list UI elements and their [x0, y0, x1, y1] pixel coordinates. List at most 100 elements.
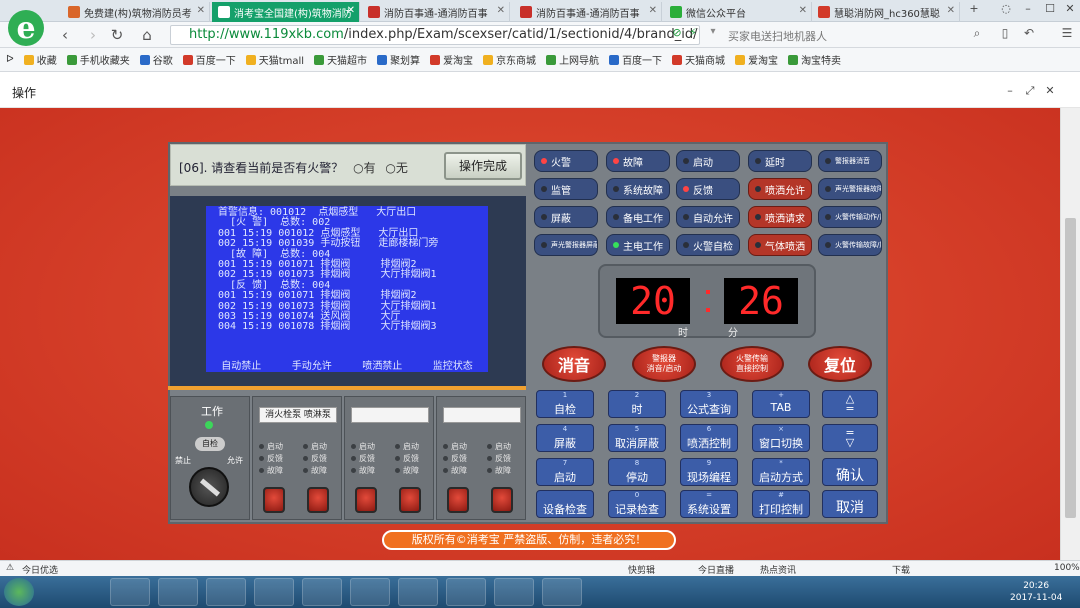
- key-15[interactable]: 设备检查: [536, 490, 594, 518]
- dialog-close-icon[interactable]: ✕: [1042, 84, 1058, 97]
- tab-2[interactable]: 消防百事通-通消防百事 ✕: [362, 2, 510, 22]
- status-item-4[interactable]: 下载: [892, 563, 910, 576]
- key-2[interactable]: 3 公式查询: [680, 390, 738, 418]
- bookmark-item[interactable]: 天猫商城: [672, 52, 725, 67]
- tab-5[interactable]: 慧聪消防网_hc360慧聪 ✕: [812, 2, 960, 22]
- key-17[interactable]: = 系统设置: [680, 490, 738, 518]
- bookmark-item[interactable]: 手机收藏夹: [66, 52, 130, 67]
- key-switch[interactable]: [189, 467, 229, 507]
- self-check-button[interactable]: 自检: [195, 437, 225, 451]
- key-16[interactable]: 0 记录检查: [608, 490, 666, 518]
- status-button-1[interactable]: 故障: [606, 150, 670, 172]
- tab-close-icon[interactable]: ✕: [649, 5, 657, 16]
- status-button-4[interactable]: 警报器消音: [818, 150, 882, 172]
- tab-1[interactable]: 消考宝全国建(构)筑物消防 ✕: [212, 2, 360, 22]
- start-button[interactable]: [4, 578, 34, 606]
- status-button-8[interactable]: 喷洒允许: [748, 178, 812, 200]
- control-button-0[interactable]: 消音: [542, 346, 606, 382]
- control-button-1[interactable]: 警报器 消音/启动: [632, 346, 696, 382]
- phone-icon[interactable]: ▯: [996, 26, 1014, 40]
- taskbar-wechat-icon[interactable]: [158, 578, 198, 606]
- status-button-9[interactable]: 声光警报器故障: [818, 178, 882, 200]
- tab-4[interactable]: 微信公众平台 ✕: [664, 2, 812, 22]
- bookmark-item[interactable]: 天猫超市: [314, 52, 367, 67]
- zoom-level[interactable]: 100%: [1054, 563, 1080, 573]
- tab-0[interactable]: 免费建(构)筑物消防员考 ✕: [62, 2, 210, 22]
- tab-close-icon[interactable]: ✕: [347, 5, 355, 16]
- minimize-icon[interactable]: –: [1020, 2, 1036, 15]
- key-3[interactable]: + TAB: [752, 390, 810, 418]
- tab-close-icon[interactable]: ✕: [947, 5, 955, 16]
- status-button-0[interactable]: 火警: [534, 150, 598, 172]
- taskbar-folder-icon[interactable]: [398, 578, 438, 606]
- search-input[interactable]: 买家电送扫地机器人: [728, 25, 988, 45]
- key-11[interactable]: 8 停动: [608, 458, 666, 486]
- scrollbar[interactable]: [1060, 108, 1080, 560]
- zone-red-button[interactable]: [263, 487, 285, 513]
- bookmark-item[interactable]: 天猫tmall: [245, 52, 304, 67]
- status-button-10[interactable]: 屏蔽: [534, 206, 598, 228]
- zone-red-button[interactable]: [399, 487, 421, 513]
- taskbar-chrome-icon[interactable]: [110, 578, 150, 606]
- bookmark-item[interactable]: 上网导航: [546, 52, 599, 67]
- speed-icon[interactable]: ⚡: [684, 26, 702, 39]
- key-5[interactable]: 4 屏蔽: [536, 424, 594, 452]
- status-button-15[interactable]: 声光警报器屏蔽: [534, 234, 598, 256]
- status-button-16[interactable]: 主电工作: [606, 234, 670, 256]
- bookmark-item[interactable]: 百度一下: [609, 52, 662, 67]
- key-18[interactable]: # 打印控制: [752, 490, 810, 518]
- refresh-icon[interactable]: ↻: [108, 26, 126, 44]
- tab-close-icon[interactable]: ✕: [197, 5, 205, 16]
- key-0[interactable]: 1 自检: [536, 390, 594, 418]
- home-icon[interactable]: ⌂: [138, 26, 156, 44]
- key-12[interactable]: 9 现场编程: [680, 458, 738, 486]
- key-1[interactable]: 2时: [608, 390, 666, 418]
- search-icon[interactable]: ⌕: [968, 26, 986, 41]
- scrollbar-thumb[interactable]: [1065, 218, 1076, 518]
- zone-red-button[interactable]: [307, 487, 329, 513]
- status-item-1[interactable]: 快剪辑: [628, 563, 655, 576]
- status-button-5[interactable]: 监管: [534, 178, 598, 200]
- status-button-12[interactable]: 自动允许: [676, 206, 740, 228]
- system-clock[interactable]: 20:26 2017-11-04: [1010, 580, 1062, 604]
- done-button[interactable]: 操作完成: [444, 152, 522, 180]
- bookmark-item[interactable]: 收藏: [23, 52, 57, 67]
- key-4[interactable]: △ =: [822, 390, 878, 418]
- close-window-icon[interactable]: ✕: [1062, 2, 1078, 15]
- bookmark-arrow-icon[interactable]: ᐅ: [6, 54, 14, 65]
- key-8[interactable]: × 窗口切换: [752, 424, 810, 452]
- zone-red-button[interactable]: [447, 487, 469, 513]
- option-no[interactable]: ○无: [385, 161, 408, 175]
- dialog-maximize-icon[interactable]: ⤢: [1022, 84, 1038, 98]
- control-button-3[interactable]: 复位: [808, 346, 872, 382]
- status-item-2[interactable]: 今日直播: [698, 563, 734, 576]
- key-14[interactable]: 确认: [822, 458, 878, 486]
- status-button-7[interactable]: 反馈: [676, 178, 740, 200]
- taskbar-browser-icon[interactable]: [206, 578, 246, 606]
- back-icon[interactable]: ‹: [56, 26, 74, 44]
- new-tab-icon[interactable]: +: [966, 2, 982, 15]
- status-button-13[interactable]: 喷洒请求: [748, 206, 812, 228]
- url-input[interactable]: http://www.119xkb.com/index.php/Exam/sce…: [170, 25, 700, 45]
- taskbar-app2-icon[interactable]: [350, 578, 390, 606]
- maximize-icon[interactable]: ☐: [1042, 2, 1058, 15]
- control-button-2[interactable]: 火警传输 直接控制: [720, 346, 784, 382]
- status-button-17[interactable]: 火警自检: [676, 234, 740, 256]
- bookmark-item[interactable]: 聚划算: [377, 52, 420, 67]
- key-19[interactable]: 取消: [822, 490, 878, 518]
- skin-icon[interactable]: ◌: [998, 2, 1014, 15]
- status-button-11[interactable]: 备电工作: [606, 206, 670, 228]
- status-button-6[interactable]: 系统故障: [606, 178, 670, 200]
- status-button-3[interactable]: 延时: [748, 150, 812, 172]
- tab-close-icon[interactable]: ✕: [799, 5, 807, 16]
- key-13[interactable]: * 启动方式: [752, 458, 810, 486]
- bookmark-item[interactable]: 爱淘宝: [430, 52, 473, 67]
- zone-red-button[interactable]: [355, 487, 377, 513]
- taskbar-app4-icon[interactable]: [494, 578, 534, 606]
- option-yes[interactable]: ○有: [353, 161, 376, 175]
- taskbar-word-icon[interactable]: [254, 578, 294, 606]
- key-7[interactable]: 6 喷洒控制: [680, 424, 738, 452]
- forward-icon[interactable]: ›: [84, 26, 102, 44]
- taskbar-app5-icon[interactable]: [542, 578, 582, 606]
- dropdown-icon[interactable]: ▾: [704, 26, 722, 37]
